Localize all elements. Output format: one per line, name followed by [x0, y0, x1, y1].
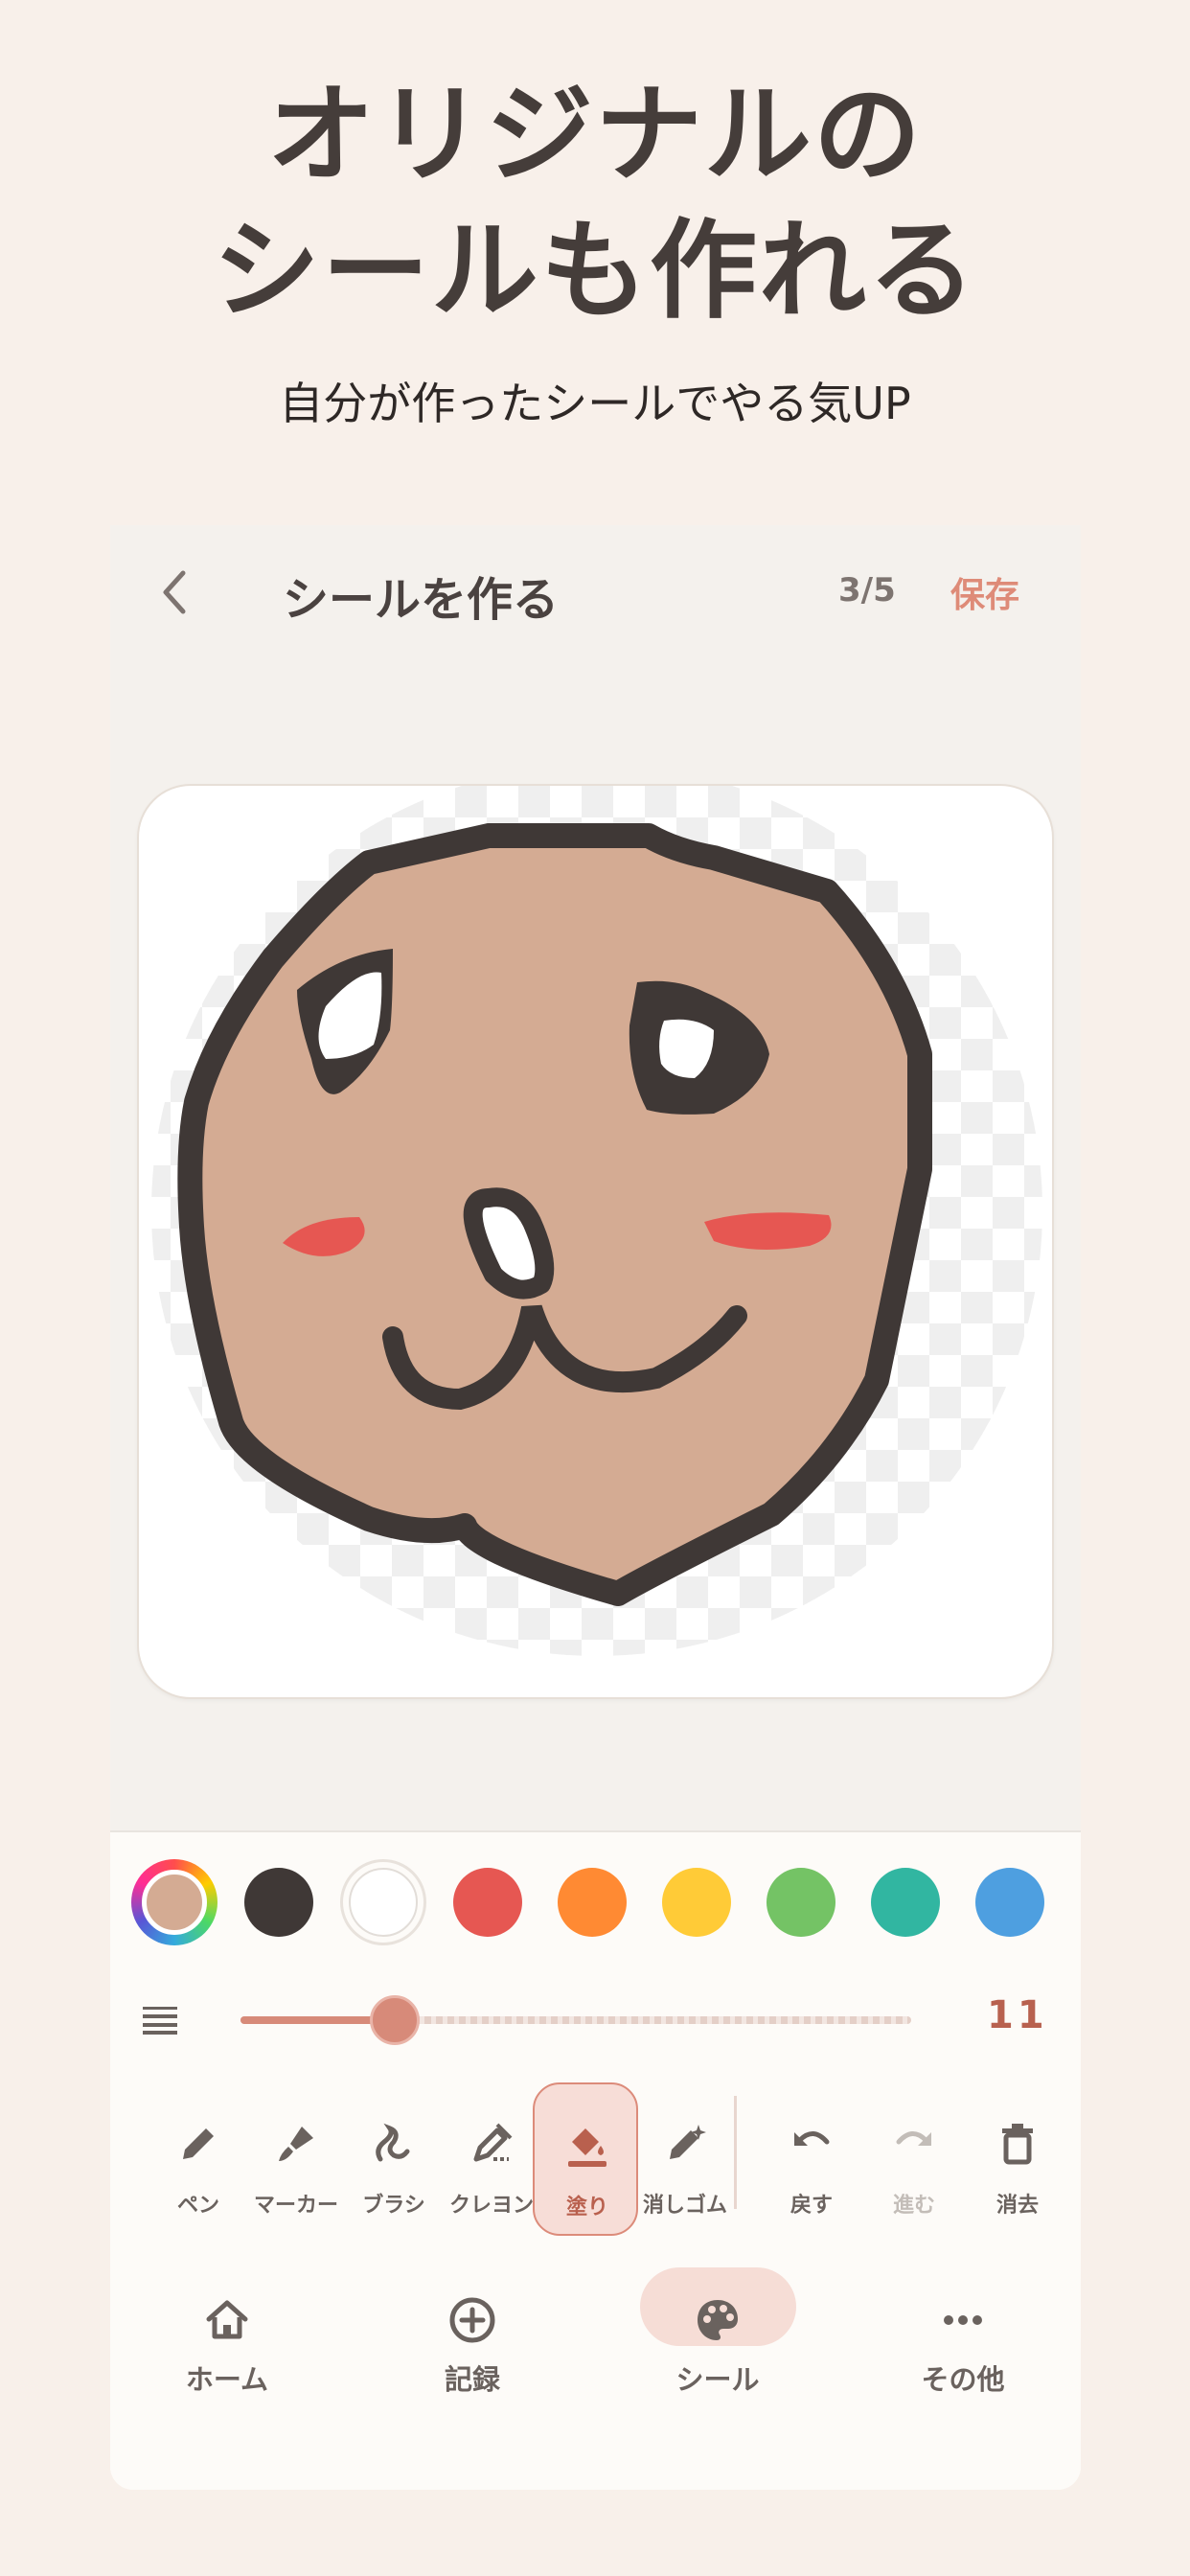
tab-label: その他	[921, 2363, 1005, 2396]
undo-button[interactable]: 戻す	[759, 2082, 864, 2236]
palette-icon	[698, 2300, 738, 2340]
tab-more[interactable]: その他	[867, 2250, 1059, 2404]
color-palette	[131, 1859, 1080, 1959]
tool-label: 消しゴム	[642, 2194, 727, 2218]
color-swatch-teal[interactable]	[862, 1859, 949, 1945]
pen-icon	[183, 2128, 214, 2159]
crayon-icon	[473, 2123, 513, 2162]
tab-home[interactable]: ホーム	[131, 2250, 323, 2404]
brush-size-value: 11	[987, 1993, 1048, 2037]
home-icon	[206, 2300, 248, 2339]
headline-line-2: シールも作れる	[213, 209, 977, 334]
trash-icon	[1002, 2124, 1033, 2165]
app-screen: シールを作る 3/5 保存 11 ペン マーカー ブラシ クレヨン 塗り 消しゴ…	[110, 525, 1081, 2490]
add-circle-icon	[449, 2297, 495, 2343]
color-swatch-black[interactable]	[236, 1859, 322, 1945]
custom-color-picker[interactable]	[131, 1859, 217, 1945]
tab-sticker[interactable]: シール	[622, 2250, 813, 2404]
tab-label: ホーム	[185, 2363, 269, 2396]
tool-separator	[734, 2096, 737, 2209]
eraser-icon	[670, 2125, 706, 2159]
tool-bar: ペン マーカー ブラシ クレヨン 塗り 消しゴム 戻す 進む 消去	[110, 2082, 1081, 2236]
brush-size-slider[interactable]	[240, 1995, 911, 2045]
action-label: 消去	[995, 2194, 1039, 2218]
tab-label: シール	[675, 2363, 760, 2396]
promo-headline: オリジナルの シールも作れる	[0, 67, 1190, 339]
color-swatch-yellow[interactable]	[653, 1859, 740, 1945]
redo-icon	[896, 2131, 931, 2146]
undo-icon	[794, 2131, 830, 2146]
headline-line-1: オリジナルの	[267, 73, 923, 197]
page-title: シールを作る	[283, 573, 560, 627]
clear-button[interactable]: 消去	[965, 2082, 1070, 2236]
back-button[interactable]	[149, 564, 206, 621]
chevron-left-icon	[163, 570, 186, 614]
sticker-drawing	[151, 786, 1042, 1656]
brush-icon	[376, 2123, 410, 2162]
color-swatch-orange[interactable]	[549, 1859, 635, 1945]
tab-record[interactable]: 記録	[377, 2250, 568, 2404]
redo-button[interactable]: 進む	[861, 2082, 967, 2236]
color-swatch-red[interactable]	[445, 1859, 531, 1945]
line-weight-icon	[143, 2007, 177, 2035]
fill-bucket-icon	[568, 2128, 606, 2167]
color-swatch-white[interactable]	[340, 1859, 426, 1945]
tool-eraser[interactable]: 消しゴム	[632, 2082, 738, 2236]
drawing-canvas[interactable]	[137, 784, 1054, 1699]
slider-thumb[interactable]	[370, 1995, 420, 2045]
current-color	[142, 1870, 207, 1935]
page-indicator: 3/5	[838, 571, 896, 610]
color-swatch-blue[interactable]	[967, 1859, 1053, 1945]
save-button[interactable]: 保存	[950, 567, 1019, 617]
more-icon	[944, 2315, 982, 2325]
tab-label: 記録	[444, 2363, 500, 2396]
brush-size-row: 11	[110, 1991, 1081, 2049]
navigation-bar: シールを作る 3/5 保存	[110, 525, 1081, 659]
nose	[463, 1187, 555, 1300]
right-cheek	[704, 1212, 832, 1250]
toolbar-divider	[110, 1830, 1081, 1832]
promo-subline: 自分が作ったシールでやる気UP	[279, 378, 911, 429]
tab-bar: ホーム 記録 シール その他	[110, 2250, 1081, 2490]
color-swatch-green[interactable]	[758, 1859, 844, 1945]
marker-icon	[279, 2127, 313, 2161]
